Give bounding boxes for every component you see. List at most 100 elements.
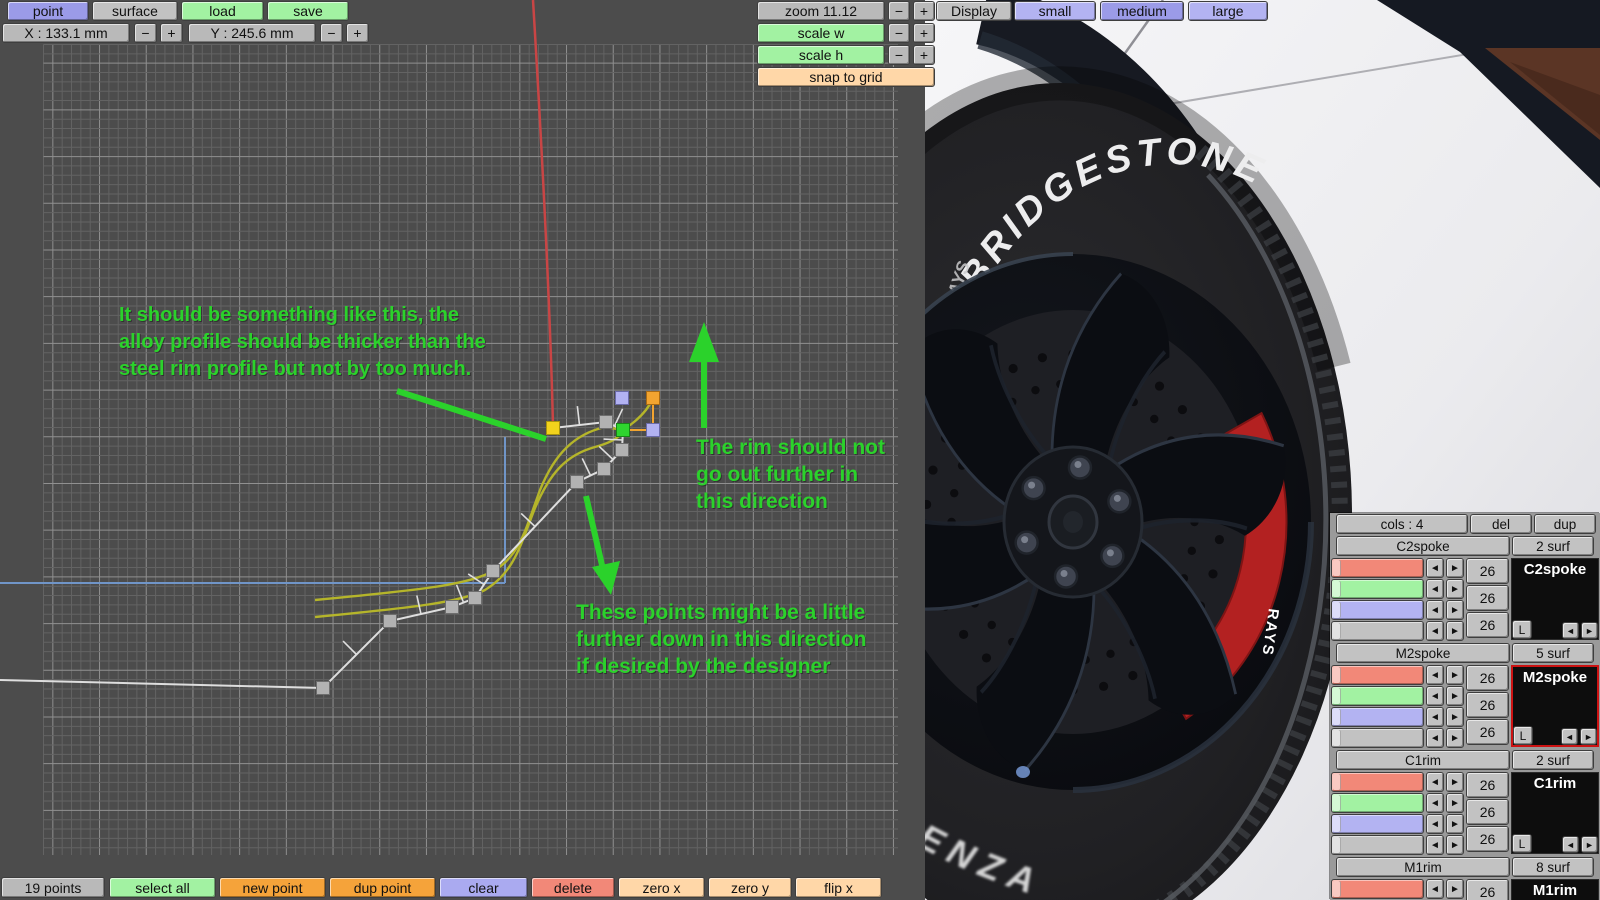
preview-right-button[interactable]: ► [1580, 728, 1597, 745]
step-right-button[interactable]: ► [1446, 707, 1464, 727]
slider-knob[interactable] [1333, 581, 1341, 597]
x-minus-button[interactable]: − [134, 23, 157, 43]
slider-knob[interactable] [1333, 667, 1341, 683]
slider-knob[interactable] [1333, 837, 1341, 853]
snap-to-grid-button[interactable]: snap to grid [757, 67, 935, 87]
channel-slider-0-3[interactable] [1331, 621, 1424, 641]
scale-h-minus-button[interactable]: − [888, 45, 910, 65]
curve-point-gray[interactable] [383, 614, 397, 628]
slider-knob[interactable] [1333, 709, 1341, 725]
channel-slider-1-0[interactable] [1331, 665, 1424, 685]
scale-w-minus-button[interactable]: − [888, 23, 910, 43]
y-plus-button[interactable]: + [346, 23, 369, 43]
step-left-button[interactable]: ◄ [1426, 879, 1444, 899]
step-right-button[interactable]: ► [1446, 835, 1464, 855]
channel-slider-0-2[interactable] [1331, 600, 1424, 620]
scale-w-plus-button[interactable]: + [913, 23, 935, 43]
section-surf-count-M2spoke[interactable]: 5 surf [1512, 643, 1594, 663]
zoom-level-display[interactable]: zoom 11.12 [757, 1, 885, 21]
value-button-M2spoke[interactable]: 26 [1466, 719, 1509, 745]
tab-point[interactable]: point [7, 1, 89, 21]
value-button-M2spoke[interactable]: 26 [1466, 665, 1509, 691]
curve-point-gray[interactable] [486, 564, 500, 578]
slider-knob[interactable] [1333, 560, 1341, 576]
duplicate-surface-button[interactable]: dup [1534, 514, 1596, 534]
value-button-C1rim[interactable]: 26 [1466, 799, 1509, 825]
cols-count-button[interactable]: cols : 4 [1336, 514, 1468, 534]
section-surf-count-C2spoke[interactable]: 2 surf [1512, 536, 1594, 556]
channel-slider-1-3[interactable] [1331, 728, 1424, 748]
delete-surface-button[interactable]: del [1470, 514, 1532, 534]
display-size-medium[interactable]: medium [1100, 1, 1184, 21]
preview-right-button[interactable]: ► [1581, 836, 1598, 853]
step-right-button[interactable]: ► [1446, 879, 1464, 899]
slider-knob[interactable] [1333, 881, 1341, 897]
select-all-button[interactable]: select all [109, 877, 216, 898]
flip-x-button[interactable]: flip x [795, 877, 882, 898]
curve-point-gray[interactable] [615, 443, 629, 457]
preview-box-M2spoke[interactable]: M2spoke L ◄ ► [1511, 665, 1599, 747]
zoom-plus-button[interactable]: + [913, 1, 935, 21]
channel-slider-2-1[interactable] [1331, 793, 1424, 813]
section-name-M2spoke[interactable]: M2spoke [1336, 643, 1510, 663]
preview-left-button[interactable]: ◄ [1561, 728, 1578, 745]
channel-slider-2-3[interactable] [1331, 835, 1424, 855]
slider-knob[interactable] [1333, 774, 1341, 790]
value-button-M1rim[interactable]: 26 [1466, 879, 1509, 900]
curve-point-orange[interactable] [646, 391, 660, 405]
step-right-button[interactable]: ► [1446, 600, 1464, 620]
step-left-button[interactable]: ◄ [1426, 600, 1444, 620]
tab-surface[interactable]: surface [92, 1, 178, 21]
slider-knob[interactable] [1333, 730, 1341, 746]
zero-y-button[interactable]: zero y [708, 877, 792, 898]
step-right-button[interactable]: ► [1446, 814, 1464, 834]
zero-x-button[interactable]: zero x [618, 877, 705, 898]
curve-point-lavender[interactable] [646, 423, 660, 437]
new-point-button[interactable]: new point [219, 877, 326, 898]
slider-knob[interactable] [1333, 795, 1341, 811]
y-minus-button[interactable]: − [320, 23, 343, 43]
load-button[interactable]: load [181, 1, 264, 21]
step-right-button[interactable]: ► [1446, 579, 1464, 599]
curve-point-gray[interactable] [599, 415, 613, 429]
step-right-button[interactable]: ► [1446, 772, 1464, 792]
x-coordinate-display[interactable]: X : 133.1 mm [2, 23, 130, 43]
step-right-button[interactable]: ► [1446, 621, 1464, 641]
scale-h-button[interactable]: scale h [757, 45, 885, 65]
step-right-button[interactable]: ► [1446, 665, 1464, 685]
preview-box-C2spoke[interactable]: C2spoke L ◄ ► [1511, 558, 1599, 640]
slider-knob[interactable] [1333, 688, 1341, 704]
lock-button-M2spoke[interactable]: L [1513, 726, 1533, 745]
slider-knob[interactable] [1333, 623, 1341, 639]
section-name-C1rim[interactable]: C1rim [1336, 750, 1510, 770]
curve-point-gray[interactable] [570, 475, 584, 489]
preview-right-button[interactable]: ► [1581, 622, 1598, 639]
curve-point-lavender[interactable] [615, 391, 629, 405]
curve-point-gray[interactable] [316, 681, 330, 695]
step-left-button[interactable]: ◄ [1426, 665, 1444, 685]
step-right-button[interactable]: ► [1446, 686, 1464, 706]
step-left-button[interactable]: ◄ [1426, 793, 1444, 813]
save-button[interactable]: save [267, 1, 349, 21]
value-button-C2spoke[interactable]: 26 [1466, 612, 1509, 638]
channel-slider-0-0[interactable] [1331, 558, 1424, 578]
preview-left-button[interactable]: ◄ [1562, 622, 1579, 639]
step-right-button[interactable]: ► [1446, 793, 1464, 813]
step-left-button[interactable]: ◄ [1426, 835, 1444, 855]
lock-button-C1rim[interactable]: L [1512, 834, 1532, 853]
display-size-large[interactable]: large [1188, 1, 1268, 21]
step-left-button[interactable]: ◄ [1426, 814, 1444, 834]
curve-point-yellow[interactable] [546, 421, 560, 435]
delete-button[interactable]: delete [531, 877, 615, 898]
value-button-M2spoke[interactable]: 26 [1466, 692, 1509, 718]
step-left-button[interactable]: ◄ [1426, 686, 1444, 706]
preview-box-M1rim[interactable]: M1rimL◄► [1511, 879, 1599, 900]
step-right-button[interactable]: ► [1446, 728, 1464, 748]
value-button-C2spoke[interactable]: 26 [1466, 558, 1509, 584]
channel-slider-3-0[interactable] [1331, 879, 1424, 899]
section-name-C2spoke[interactable]: C2spoke [1336, 536, 1510, 556]
channel-slider-2-0[interactable] [1331, 772, 1424, 792]
curve-point-gray[interactable] [468, 591, 482, 605]
y-coordinate-display[interactable]: Y : 245.6 mm [188, 23, 316, 43]
channel-slider-1-2[interactable] [1331, 707, 1424, 727]
